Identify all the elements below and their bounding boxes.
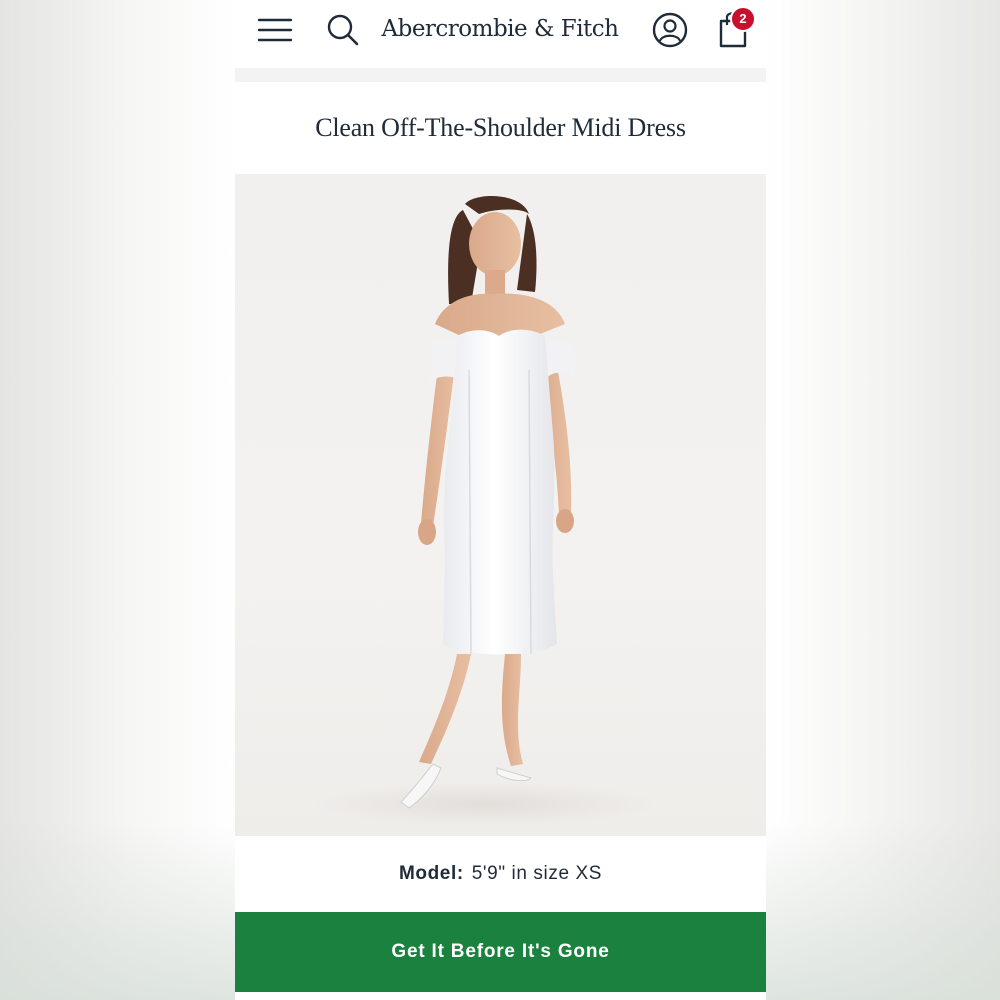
product-title: Clean Off-The-Shoulder Midi Dress xyxy=(315,113,686,142)
site-header: Abercrombie & Fitch 2 xyxy=(235,0,766,68)
product-title-bar: Clean Off-The-Shoulder Midi Dress xyxy=(235,82,766,174)
model-info: Model: 5'9" in size XS xyxy=(235,836,766,912)
model-size-value: 5'9" in size XS xyxy=(471,863,603,884)
product-image[interactable] xyxy=(235,174,766,836)
model-label: Model: xyxy=(398,863,464,884)
mobile-page: Abercrombie & Fitch 2 Clean Off-The-Shou… xyxy=(235,0,766,1000)
search-icon[interactable] xyxy=(323,10,363,50)
cart-count-badge: 2 xyxy=(730,6,756,32)
menu-icon[interactable] xyxy=(255,10,295,50)
account-icon[interactable] xyxy=(649,9,691,51)
bottom-divider xyxy=(235,992,766,1000)
brand-logo[interactable]: Abercrombie & Fitch xyxy=(375,12,625,46)
get-it-before-its-gone-button[interactable]: Get It Before It's Gone xyxy=(235,912,766,992)
